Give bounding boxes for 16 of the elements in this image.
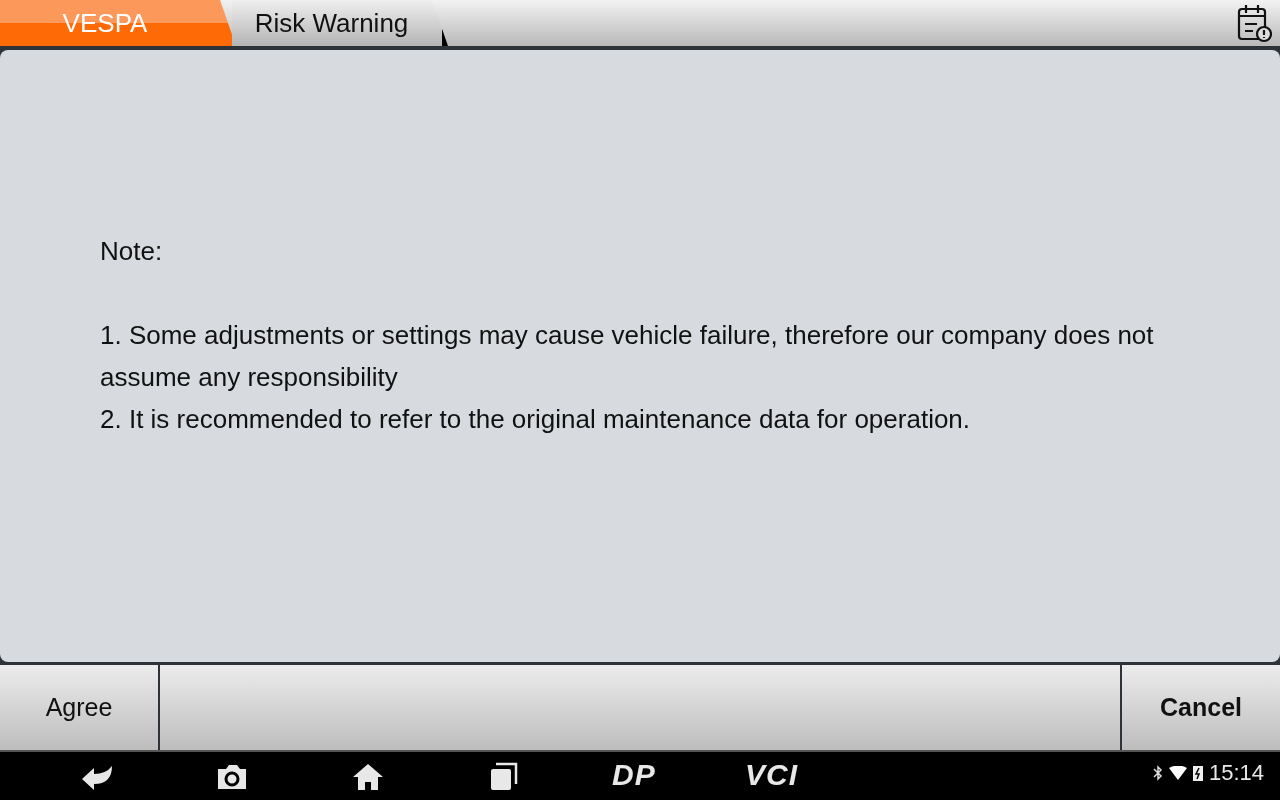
bluetooth-icon bbox=[1152, 765, 1163, 781]
battery-icon bbox=[1192, 765, 1203, 781]
app-logo[interactable]: VCI bbox=[745, 758, 798, 792]
clock: 15:14 bbox=[1208, 760, 1264, 786]
app-logo[interactable]: DP bbox=[612, 758, 656, 792]
recent-apps-icon[interactable] bbox=[489, 762, 519, 792]
note-heading: Note: bbox=[100, 235, 164, 268]
cancel-button[interactable]: Cancel bbox=[1122, 665, 1280, 750]
wifi-icon bbox=[1168, 766, 1187, 780]
breadcrumb-tab[interactable]: Risk Warning bbox=[232, 0, 448, 46]
camera-icon[interactable] bbox=[215, 762, 249, 792]
note-text: 1. Some adjustments or settings may cause vehicle failure, therefore our company does not assume any responsibility bbox=[100, 319, 1155, 394]
agree-button[interactable]: Agree bbox=[0, 665, 158, 750]
home-icon[interactable] bbox=[351, 762, 385, 792]
note-text: 2. It is recommended to refer to the original maintenance data for operation. bbox=[100, 403, 972, 436]
calendar-alert-icon[interactable] bbox=[1236, 3, 1272, 43]
